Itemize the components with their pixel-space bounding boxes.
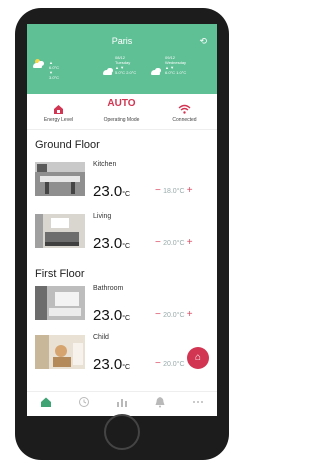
setpoint-control: − 20.0°C [155, 358, 185, 369]
mode-label: Operating Mode [103, 117, 140, 123]
app-screen: Paris ⟲ ▲ 6.0°C ▼ 3.0°C 08/12 Tuesday ▲ … [27, 24, 217, 416]
mode-value: AUTO [107, 98, 136, 109]
increase-button[interactable]: + [187, 185, 193, 196]
increase-button[interactable]: + [187, 237, 193, 248]
tab-alerts[interactable] [141, 396, 179, 414]
tab-history[interactable] [65, 396, 103, 414]
tab-bar [27, 391, 217, 416]
history-icon [79, 397, 89, 407]
status-bar: Energy Level AUTO Operating Mode Connect… [27, 94, 217, 130]
room-name: Child [93, 334, 109, 341]
room-card-bathroom[interactable]: Bathroom 23.0°C − 20.0°C + [35, 282, 217, 338]
setpoint-control: − 18.0°C + [155, 185, 193, 196]
room-temperature: 23.0°C [93, 183, 131, 200]
weather-header: Paris ⟲ ▲ 6.0°C ▼ 3.0°C 08/12 Tuesday ▲ … [27, 24, 217, 94]
room-photo [35, 286, 85, 320]
add-device-button[interactable]: ⌂ [187, 347, 209, 369]
bell-icon [155, 397, 165, 408]
tuesday-low: 2.0°C [126, 70, 137, 75]
floor-header: First Floor [35, 268, 85, 280]
room-name: Living [93, 213, 112, 220]
tab-more[interactable] [179, 396, 217, 414]
house-plus-icon: ⌂ [194, 352, 202, 363]
room-temperature: 23.0°C [93, 307, 131, 324]
phone-home-button[interactable] [104, 414, 140, 450]
city-name: Paris [111, 36, 133, 46]
wednesday-high: 6.0°C [165, 70, 176, 75]
room-photo [35, 335, 85, 369]
stats-icon [117, 399, 127, 407]
wednesday-forecast: 09/12 Wednesday ▲ ▼ 6.0°C 1.0°C [165, 55, 187, 75]
decrease-button[interactable]: − [155, 185, 161, 196]
decrease-button[interactable]: − [155, 358, 161, 369]
setpoint-value: 20.0°C [163, 312, 185, 319]
connected-label: Connected [172, 117, 197, 123]
decrease-button[interactable]: − [155, 237, 161, 248]
room-temperature: 23.0°C [93, 356, 131, 373]
operating-mode[interactable]: AUTO Operating Mode [90, 94, 153, 130]
tab-home[interactable] [27, 396, 65, 414]
home-icon [41, 397, 51, 407]
house-icon [27, 101, 90, 114]
energy-level[interactable]: Energy Level [27, 94, 90, 130]
room-card-living[interactable]: Living 23.0°C − 20.0°C + [35, 210, 217, 266]
more-icon [193, 401, 203, 403]
decrease-button[interactable]: − [155, 309, 161, 320]
room-name: Bathroom [93, 285, 124, 292]
tuesday-high: 5.0°C [115, 70, 126, 75]
setpoint-value: 18.0°C [163, 188, 185, 195]
room-photo [35, 162, 85, 196]
increase-button[interactable]: + [187, 309, 193, 320]
setpoint-control: − 20.0°C + [155, 309, 193, 320]
connection-status[interactable]: Connected [153, 94, 216, 130]
refresh-icon[interactable]: ⟲ [199, 36, 207, 47]
energy-label: Energy Level [43, 117, 74, 123]
room-photo [35, 214, 85, 248]
today-low: 3.0°C [49, 75, 60, 80]
setpoint-control: − 20.0°C + [155, 237, 193, 248]
room-card-kitchen[interactable]: Kitchen 23.0°C − 18.0°C + [35, 158, 217, 214]
setpoint-value: 20.0°C [163, 240, 185, 247]
room-temperature: 23.0°C [93, 235, 131, 252]
setpoint-value: 20.0°C [163, 361, 185, 368]
wednesday-low: 1.0°C [176, 70, 187, 75]
tab-stats[interactable] [103, 396, 141, 414]
wifi-icon [153, 101, 216, 114]
room-name: Kitchen [93, 161, 117, 168]
floor-header: Ground Floor [35, 139, 100, 151]
today-forecast: ▲ 6.0°C ▼ 3.0°C [49, 60, 60, 80]
tuesday-forecast: 08/12 Tuesday ▲ ▼ 5.0°C 2.0°C [115, 55, 137, 75]
